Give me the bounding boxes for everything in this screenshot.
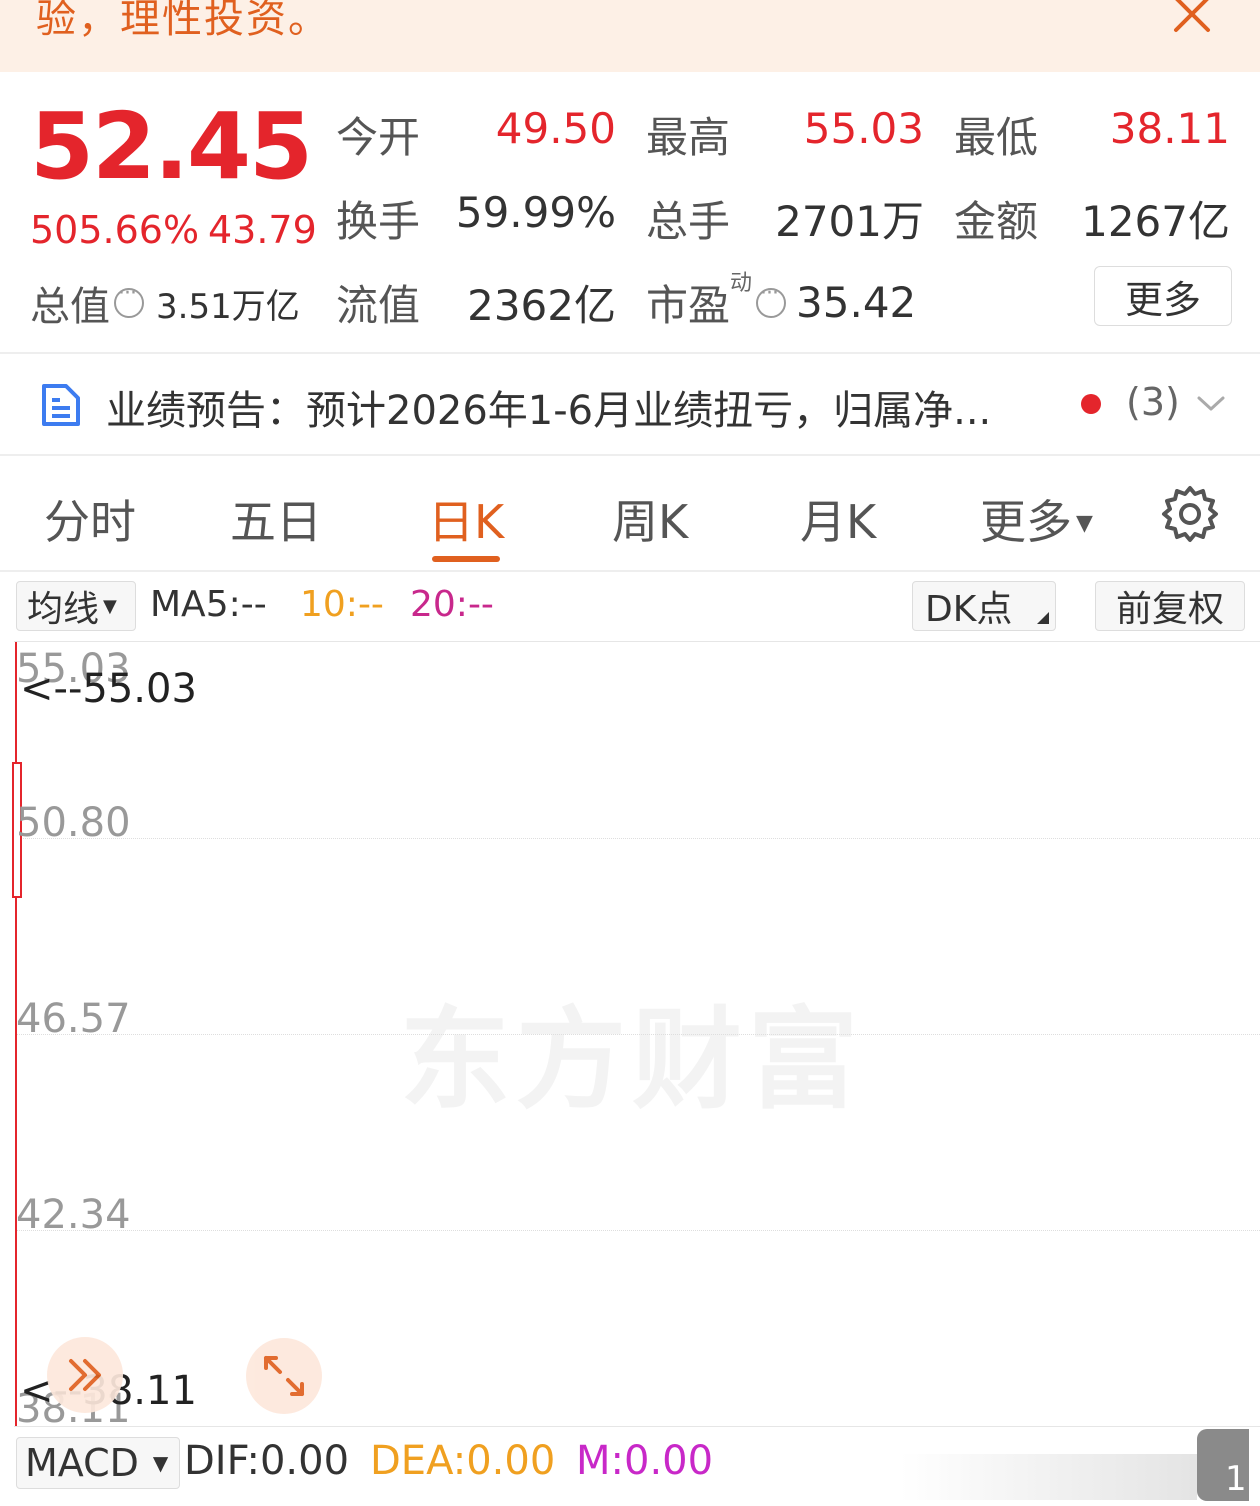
watermark: 东方财富 <box>400 996 864 1124</box>
macd-m: M:0.00 <box>576 1438 714 1484</box>
fullscreen-button[interactable] <box>246 1338 322 1414</box>
divider <box>0 454 1260 456</box>
indicator-selector-label: MACD <box>25 1441 139 1485</box>
change-percent: 505.66% <box>30 208 200 252</box>
indicator-selector[interactable]: MACD ▼ <box>16 1437 180 1489</box>
expand-left-button[interactable] <box>47 1337 123 1413</box>
tab-five-day[interactable]: 五日 <box>230 486 322 552</box>
double-chevron-right-icon <box>69 1359 101 1391</box>
total-value-label: 总值 <box>30 284 110 330</box>
turnover-label: 换手 <box>336 197 421 246</box>
caret-down-icon: ▼ <box>1076 511 1093 536</box>
total-value-amount: 3.51万亿 <box>156 286 300 327</box>
active-tab-indicator <box>432 556 500 562</box>
macd-dif: DIF:0.00 <box>184 1438 350 1484</box>
high-value: 55.03 <box>803 104 924 153</box>
document-icon <box>42 384 80 426</box>
notice-count: (3) <box>1126 380 1180 424</box>
notice-text: 业绩预告：预计2026年1-6月业绩扭亏，归属净... <box>106 388 992 434</box>
y-axis-label: 50.80 <box>16 800 131 846</box>
scroll-badge-number: 1 <box>1225 1459 1247 1499</box>
chevron-down-icon[interactable] <box>1196 392 1226 414</box>
dk-point-label: DK点 <box>925 589 1013 630</box>
close-icon[interactable] <box>1172 0 1212 34</box>
ma-selector[interactable]: 均线 ▼ <box>16 581 136 631</box>
scroll-badge[interactable]: 1 <box>1197 1429 1249 1501</box>
ma-selector-label: 均线 <box>27 589 100 630</box>
volume-label: 总手 <box>646 197 731 246</box>
high-label: 最高 <box>646 113 731 162</box>
low-label: 最低 <box>954 113 1039 162</box>
float-value-amount: 2362亿 <box>467 281 616 330</box>
banner-text: 验，理性投资。 <box>36 0 330 42</box>
scroll-fade <box>900 1454 1197 1500</box>
volume-value: 2701万 <box>775 197 924 246</box>
high-marker: <--55.03 <box>20 666 197 712</box>
grid-line <box>16 1034 1260 1035</box>
caret-down-icon: ▼ <box>152 1451 169 1475</box>
tab-daily-k[interactable]: 日K <box>428 486 504 552</box>
y-axis-label: 46.57 <box>16 996 131 1042</box>
turnover-value: 59.99% <box>455 188 616 237</box>
y-axis-label: 42.34 <box>16 1192 131 1238</box>
pe-dynamic-label: 动 <box>730 270 753 296</box>
grid-line <box>16 838 1260 839</box>
gear-icon[interactable] <box>1160 484 1220 544</box>
tab-weekly-k[interactable]: 周K <box>612 486 688 552</box>
pe-label: 市盈 <box>646 281 731 330</box>
ma20-value: 20:-- <box>410 584 494 625</box>
forward-adjust-button[interactable]: 前复权 <box>1095 581 1245 631</box>
low-value: 38.11 <box>1109 104 1230 153</box>
divider <box>0 352 1260 354</box>
ma10-value: 10:-- <box>300 584 384 625</box>
expand-icon <box>264 1356 304 1396</box>
info-more-icon[interactable] <box>756 281 787 318</box>
last-price: 52.45 <box>30 93 313 200</box>
info-more-icon[interactable] <box>114 281 144 318</box>
divider <box>0 570 1260 572</box>
pe-value: 35.42 <box>796 278 917 327</box>
dk-point-button[interactable]: DK点 <box>912 581 1056 631</box>
change-amount: 43.79 <box>208 208 317 252</box>
tab-more-label: 更多 <box>980 495 1072 549</box>
risk-banner: 验，理性投资。 <box>0 0 1260 72</box>
caret-down-icon: ▼ <box>103 595 117 617</box>
total-market-value[interactable]: 总值 3.51万亿 <box>30 274 300 332</box>
amount-label: 金额 <box>954 197 1039 246</box>
corner-triangle-icon <box>1037 612 1049 624</box>
open-value: 49.50 <box>495 104 616 153</box>
tab-more[interactable]: 更多 ▼ <box>980 486 1093 552</box>
amount-value: 1267亿 <box>1081 197 1230 246</box>
tab-monthly-k[interactable]: 月K <box>800 486 876 552</box>
macd-dea: DEA:0.00 <box>370 1438 556 1484</box>
tab-intraday[interactable]: 分时 <box>44 486 136 552</box>
more-quote-button[interactable]: 更多 <box>1094 266 1232 326</box>
float-value-label: 流值 <box>336 281 421 330</box>
unread-dot <box>1081 394 1101 414</box>
open-label: 今开 <box>336 113 421 162</box>
pe-ratio[interactable]: 市盈 动 35.42 <box>646 271 917 333</box>
grid-line <box>16 1230 1260 1231</box>
ma5-value: MA5:-- <box>150 584 267 625</box>
